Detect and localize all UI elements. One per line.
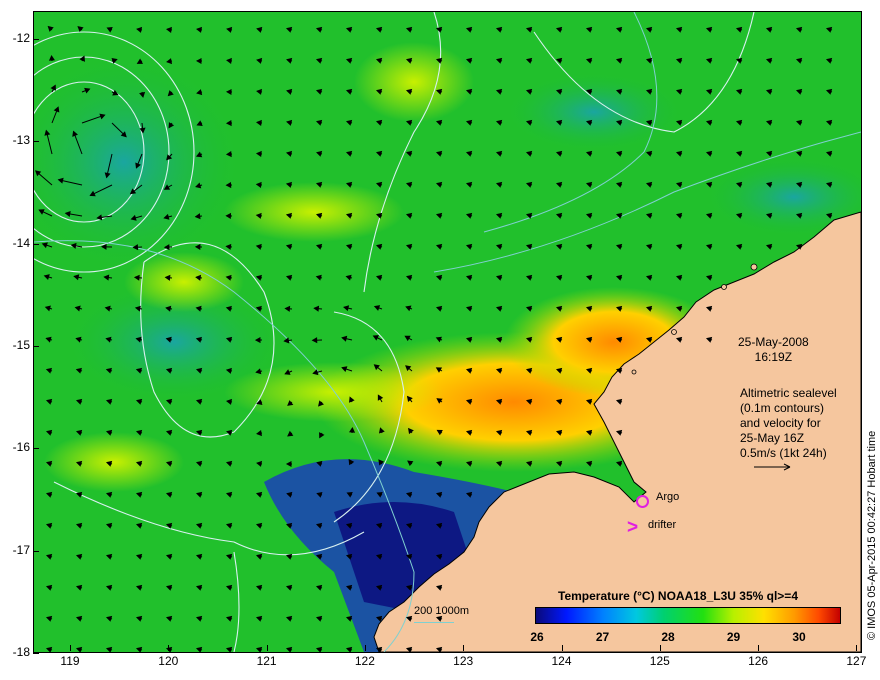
x-tick-mark bbox=[70, 645, 71, 651]
drifter-marker-icon: > bbox=[627, 517, 639, 538]
colorbar-label: 26 bbox=[530, 630, 544, 644]
colorbar-label: 27 bbox=[595, 630, 610, 644]
x-tick-mark bbox=[659, 645, 661, 651]
argo-marker-icon bbox=[636, 495, 649, 508]
y-tick-mark bbox=[33, 652, 39, 654]
x-tick-mark bbox=[561, 645, 563, 651]
x-tick-mark bbox=[266, 645, 268, 651]
y-tick-label: -14 bbox=[12, 235, 30, 250]
cool-patch bbox=[504, 72, 684, 152]
x-tick-mark bbox=[168, 645, 170, 651]
yellow-patch bbox=[354, 42, 474, 122]
y-tick-mark bbox=[33, 243, 39, 245]
x-tick-label: 124 bbox=[551, 654, 572, 668]
colorbar-label: 28 bbox=[661, 630, 675, 644]
x-tick-label: 126 bbox=[748, 654, 769, 668]
x-tick-label: 123 bbox=[453, 654, 474, 668]
sst-map bbox=[34, 12, 861, 652]
y-tick-label: -15 bbox=[12, 337, 30, 352]
island bbox=[750, 263, 758, 271]
y-tick-mark bbox=[33, 345, 39, 347]
x-tick-label: 122 bbox=[354, 654, 375, 668]
x-tick-mark bbox=[364, 645, 366, 651]
x-tick-mark bbox=[758, 645, 760, 651]
yellow-patch bbox=[44, 432, 184, 492]
x-tick-label: 121 bbox=[256, 654, 277, 668]
x-tick-label: 119 bbox=[60, 654, 80, 668]
y-tick-mark bbox=[33, 448, 39, 450]
y-tick-label: -18 bbox=[12, 644, 30, 659]
date-label: 25-May-2008 16:19Z bbox=[738, 335, 809, 365]
x-tick-label: 120 bbox=[158, 654, 179, 668]
island bbox=[631, 369, 637, 375]
alti-line: (0.1m contours) bbox=[740, 401, 825, 415]
y-tick-label: -16 bbox=[12, 440, 30, 455]
y-tick-mark bbox=[33, 550, 39, 552]
y-tick-label: -13 bbox=[12, 133, 30, 148]
altimetry-legend: Altimetric sealevel (0.1m contours) and … bbox=[740, 386, 837, 476]
y-tick-label: -17 bbox=[12, 542, 30, 557]
bathymetry-legend-line bbox=[414, 622, 454, 623]
yellow-patch bbox=[224, 182, 404, 242]
x-tick-mark bbox=[856, 645, 858, 651]
drifter-label: drifter bbox=[648, 519, 677, 531]
time-line: 16:19Z bbox=[754, 350, 793, 364]
bathymetry-legend-label: 200 1000m bbox=[414, 605, 470, 617]
x-tick-label: 127 bbox=[846, 654, 867, 668]
velocity-scale-arrow-icon bbox=[754, 463, 791, 471]
argo-label: Argo bbox=[656, 491, 680, 503]
colorbar-label: 29 bbox=[726, 630, 741, 644]
date-line: 25-May-2008 bbox=[738, 335, 809, 349]
alti-line: Altimetric sealevel bbox=[740, 386, 837, 400]
x-tick-label: 125 bbox=[649, 654, 670, 668]
island bbox=[721, 284, 727, 290]
y-tick-label: -12 bbox=[12, 31, 30, 45]
island bbox=[671, 329, 677, 335]
x-tick-mark bbox=[463, 645, 465, 651]
colorbar-title: Temperature (°C) NOAA18_L3U 35% ql>=4 bbox=[558, 589, 798, 603]
alti-line: 25-May 16Z bbox=[740, 431, 805, 445]
y-tick-mark bbox=[33, 141, 39, 143]
alti-line: and velocity for bbox=[740, 416, 821, 430]
y-tick-mark bbox=[33, 39, 39, 40]
alti-line: 0.5m/s (1kt 24h) bbox=[740, 446, 827, 460]
sst-map-frame bbox=[33, 11, 862, 653]
colorbar-label: 30 bbox=[792, 630, 806, 644]
colorbar bbox=[535, 607, 841, 624]
credit-text: © IMOS 05-Apr-2015 00:42:27 Hobart time bbox=[866, 430, 878, 640]
